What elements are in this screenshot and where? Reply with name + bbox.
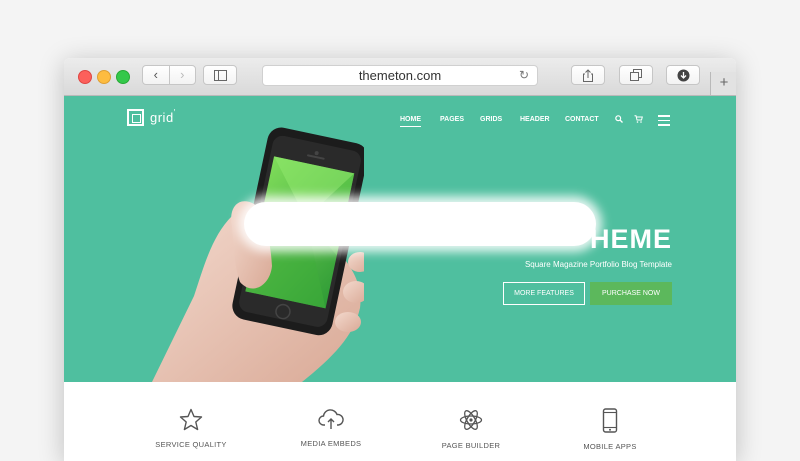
nav-item-pages[interactable]: PAGES	[440, 116, 464, 123]
cart-icon[interactable]	[634, 115, 643, 123]
nav-item-grids[interactable]: GRIDS	[480, 116, 502, 123]
search-icon[interactable]	[615, 115, 623, 123]
nav-item-home[interactable]: HOME	[400, 116, 421, 127]
hero-section: grid ′ HOME PAGES GRIDS HEADER CONTACT H…	[64, 96, 736, 382]
purchase-now-button[interactable]: PURCHASE NOW	[590, 282, 672, 305]
share-button[interactable]	[571, 65, 605, 85]
download-icon	[677, 69, 689, 81]
url-text: themeton.com	[358, 68, 442, 83]
downloads-button[interactable]	[666, 65, 700, 85]
menu-icon[interactable]	[658, 115, 670, 129]
minimize-window-button[interactable]	[97, 70, 111, 84]
history-nav: ‹ ›	[142, 65, 196, 85]
feature-label: SERVICE QUALITY	[155, 440, 227, 449]
sidebar-icon	[213, 69, 227, 81]
mobile-icon	[602, 408, 618, 433]
features-section: SERVICE QUALITY MEDIA EMBEDS PAGE BUILDE…	[64, 382, 736, 461]
browser-toolbar: ‹ › themeton.com ↻ +	[64, 58, 736, 96]
feature-mobile-apps: MOBILE APPS	[550, 382, 670, 451]
feature-service-quality: SERVICE QUALITY	[131, 382, 251, 449]
redaction-blur	[244, 202, 596, 246]
show-tabs-button[interactable]	[619, 65, 653, 85]
more-features-button[interactable]: MORE FEATURES	[503, 282, 585, 305]
feature-label: MOBILE APPS	[583, 442, 637, 451]
hero-subtitle: Square Magazine Portfolio Blog Template	[524, 260, 672, 269]
feature-label: PAGE BUILDER	[441, 441, 501, 450]
reload-icon[interactable]: ↻	[519, 66, 529, 85]
feature-page-builder: PAGE BUILDER	[411, 382, 531, 450]
site-logo[interactable]: grid ′	[127, 108, 176, 126]
feature-media-embeds: MEDIA EMBEDS	[271, 382, 391, 448]
close-window-button[interactable]	[78, 70, 92, 84]
star-icon	[179, 408, 203, 431]
tabs-icon	[630, 69, 642, 81]
forward-icon[interactable]: ›	[170, 66, 196, 84]
cloud-upload-icon	[318, 409, 344, 429]
logo-text: grid	[150, 110, 174, 125]
feature-label: MEDIA EMBEDS	[300, 439, 362, 448]
sidebar-toggle-button[interactable]	[203, 65, 237, 85]
logo-icon	[127, 109, 144, 126]
logo-mark: ′	[173, 108, 176, 117]
new-tab-button[interactable]: +	[710, 72, 736, 95]
hero-title: HEME	[589, 224, 672, 254]
back-icon[interactable]: ‹	[143, 66, 169, 84]
zoom-window-button[interactable]	[116, 70, 130, 84]
address-bar[interactable]: themeton.com ↻	[262, 65, 538, 86]
browser-window: ‹ › themeton.com ↻ + grid ′ HOME PAGES G…	[64, 58, 736, 461]
nav-item-contact[interactable]: CONTACT	[565, 116, 599, 123]
nav-item-header[interactable]: HEADER	[520, 116, 550, 123]
share-icon	[583, 68, 593, 82]
atom-icon	[459, 410, 483, 430]
